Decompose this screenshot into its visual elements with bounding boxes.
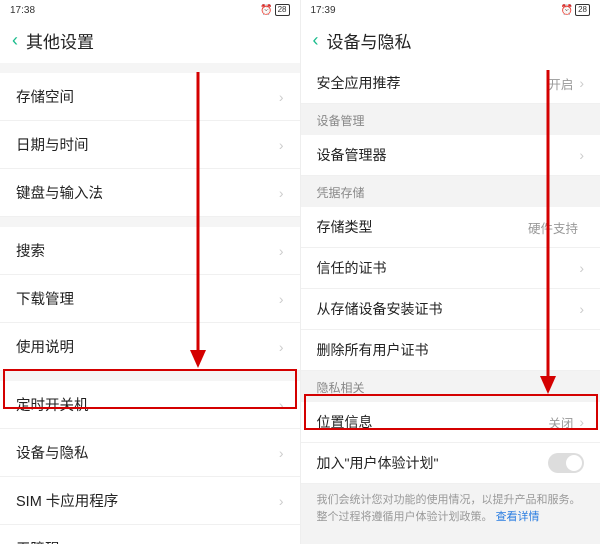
ux-plan-description: 我们会统计您对功能的使用情况，以提升产品和服务。整个过程将遵循用户体验计划政策。… <box>301 484 600 537</box>
page-title: 设备与隐私 <box>327 28 412 53</box>
row-label: 搜索 <box>16 240 45 261</box>
alarm-icon: ⏰ <box>260 5 272 16</box>
row-label: 使用说明 <box>16 336 74 357</box>
row-install-from-storage[interactable]: 从存储设备安装证书 › <box>301 289 600 330</box>
chevron-right-icon: › <box>279 89 284 105</box>
row-label: 从存储设备安装证书 <box>317 299 443 319</box>
privacy-list: 安全应用推荐 开启 › 设备管理 设备管理器 › 凭据存储 存储类型 硬件支持 … <box>301 63 600 544</box>
row-label: 位置信息 <box>317 412 373 432</box>
row-keyboard[interactable]: 键盘与输入法 › <box>0 169 300 217</box>
chevron-right-icon: › <box>579 414 584 430</box>
battery-icon: 28 <box>575 4 590 16</box>
row-label: 删除所有用户证书 <box>317 340 429 360</box>
status-time: 17:38 <box>10 5 35 16</box>
row-label: SIM 卡应用程序 <box>16 490 118 511</box>
chevron-right-icon: › <box>279 339 284 355</box>
right-phone: 17:39 ⏰ 28 ‹ 设备与隐私 安全应用推荐 开启 › 设备管理 设备管理… <box>300 0 600 544</box>
section-device-mgmt: 设备管理 <box>301 104 600 135</box>
row-label: 设备与隐私 <box>16 442 89 463</box>
row-sim-apps[interactable]: SIM 卡应用程序 › <box>0 477 300 525</box>
row-location[interactable]: 位置信息 关闭 › <box>301 402 600 443</box>
chevron-right-icon: › <box>579 301 584 317</box>
ux-plan-toggle[interactable] <box>548 453 584 473</box>
row-label: 定时开关机 <box>16 394 89 415</box>
row-datetime[interactable]: 日期与时间 › <box>0 121 300 169</box>
status-time: 17:39 <box>311 5 336 16</box>
row-label: 信任的证书 <box>317 258 387 278</box>
chevron-right-icon: › <box>279 445 284 461</box>
row-label: 下载管理 <box>16 288 74 309</box>
row-label: 存储类型 <box>317 217 373 237</box>
chevron-right-icon: › <box>279 243 284 259</box>
row-accessibility[interactable]: 无障碍 › <box>0 525 300 544</box>
row-value: 开启 <box>548 74 573 93</box>
chevron-right-icon: › <box>579 75 584 91</box>
chevron-right-icon: › <box>579 260 584 276</box>
row-search[interactable]: 搜索 › <box>0 227 300 275</box>
row-label: 安全应用推荐 <box>317 73 401 93</box>
header: ‹ 其他设置 <box>0 20 300 63</box>
status-bar: 17:38 ⏰ 28 <box>0 0 300 20</box>
alarm-icon: ⏰ <box>561 5 573 16</box>
chevron-right-icon: › <box>279 397 284 413</box>
row-storage[interactable]: 存储空间 › <box>0 73 300 121</box>
chevron-right-icon: › <box>279 291 284 307</box>
row-help[interactable]: 使用说明 › <box>0 323 300 371</box>
row-label: 加入"用户体验计划" <box>317 453 439 473</box>
row-value: 硬件支持 <box>528 218 578 237</box>
chevron-right-icon: › <box>279 137 284 153</box>
row-download[interactable]: 下载管理 › <box>0 275 300 323</box>
ux-desc-text: 我们会统计您对功能的使用情况，以提升产品和服务。整个过程将遵循用户体验计划政策。 <box>317 494 581 523</box>
row-device-admin[interactable]: 设备管理器 › <box>301 135 600 176</box>
back-icon[interactable]: ‹ <box>313 30 319 51</box>
row-device-privacy[interactable]: 设备与隐私 › <box>0 429 300 477</box>
settings-list: 存储空间 › 日期与时间 › 键盘与输入法 › 搜索 › 下载管理 › 使用说明… <box>0 63 300 544</box>
row-label: 无障碍 <box>16 538 60 544</box>
section-advanced: 高级 <box>301 537 600 544</box>
row-label: 设备管理器 <box>317 145 387 165</box>
section-credential-storage: 凭据存储 <box>301 176 600 207</box>
page-title: 其他设置 <box>26 28 94 53</box>
status-right: ⏰ 28 <box>260 4 289 16</box>
battery-icon: 28 <box>275 4 290 16</box>
back-icon[interactable]: ‹ <box>12 30 18 51</box>
header: ‹ 设备与隐私 <box>301 20 600 63</box>
row-scheduled-power[interactable]: 定时开关机 › <box>0 381 300 429</box>
chevron-right-icon: › <box>279 493 284 509</box>
row-label: 键盘与输入法 <box>16 182 103 203</box>
chevron-right-icon: › <box>579 147 584 163</box>
left-phone: 17:38 ⏰ 28 ‹ 其他设置 存储空间 › 日期与时间 › 键盘与输入法 … <box>0 0 300 544</box>
row-clear-credentials[interactable]: 删除所有用户证书 <box>301 330 600 371</box>
row-value: 关闭 <box>548 413 573 432</box>
section-privacy: 隐私相关 <box>301 371 600 402</box>
chevron-right-icon: › <box>279 541 284 544</box>
row-label: 存储空间 <box>16 86 74 107</box>
status-bar: 17:39 ⏰ 28 <box>301 0 600 20</box>
status-right: ⏰ 28 <box>561 4 590 16</box>
ux-detail-link[interactable]: 查看详情 <box>496 511 540 523</box>
row-trusted-credentials[interactable]: 信任的证书 › <box>301 248 600 289</box>
row-ux-plan[interactable]: 加入"用户体验计划" <box>301 443 600 484</box>
row-storage-type[interactable]: 存储类型 硬件支持 <box>301 207 600 248</box>
chevron-right-icon: › <box>279 185 284 201</box>
row-safe-app[interactable]: 安全应用推荐 开启 › <box>301 63 600 104</box>
row-label: 日期与时间 <box>16 134 89 155</box>
